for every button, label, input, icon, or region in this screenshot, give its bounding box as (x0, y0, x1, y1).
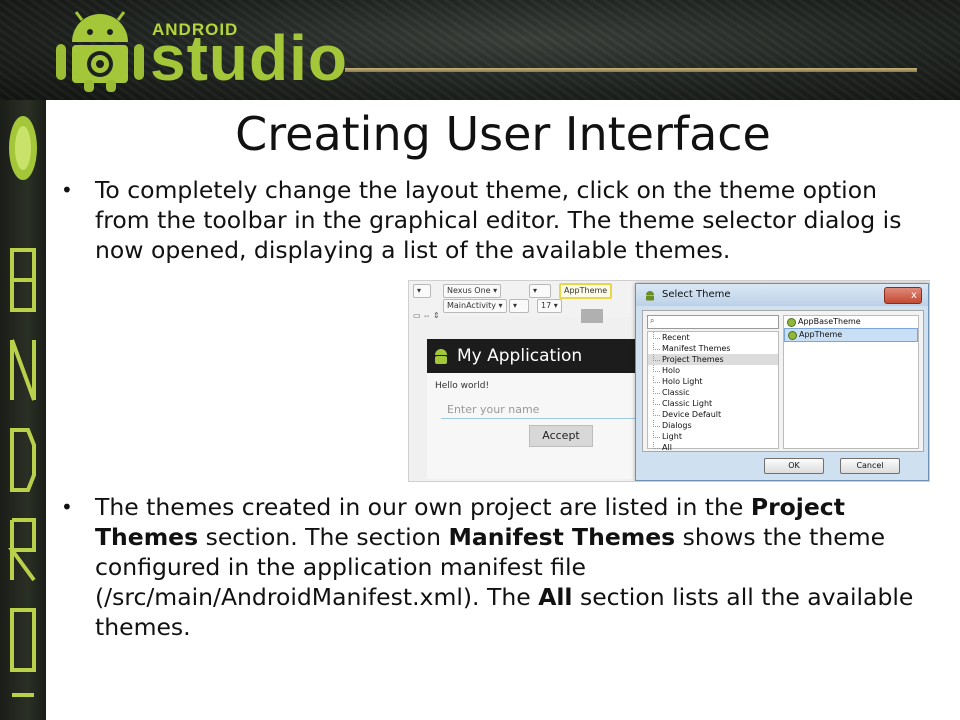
theme-item[interactable]: AppTheme (784, 328, 918, 342)
orientation-dropdown[interactable]: ▾ (529, 284, 551, 298)
device-label: Nexus One (447, 286, 491, 295)
api-level-dropdown[interactable]: 17 ▾ (537, 299, 562, 313)
close-icon: x (911, 290, 917, 301)
ok-button[interactable]: OK (764, 458, 824, 474)
hello-text: Hello world! (435, 381, 490, 391)
theme-category-item[interactable]: Manifest Themes (648, 343, 778, 354)
bullet-dot: • (61, 178, 73, 202)
dialog-body: ⌕ Recent Manifest Themes Project Themes Hol… (642, 310, 924, 452)
action-bar: My Application (427, 339, 642, 373)
bullet-2-bold-all: All (538, 583, 573, 611)
accept-button[interactable]: Accept (529, 425, 593, 447)
theme-search-input[interactable]: ⌕ (647, 315, 779, 329)
zoom-controls[interactable]: ▭ ⇔ ⇕ (413, 311, 473, 323)
bullet-dot: • (61, 495, 73, 519)
bullet-paragraph-2: • The themes created in our own project … (61, 492, 925, 642)
theme-category-item[interactable]: Classic Light (648, 398, 778, 409)
theme-category-item[interactable]: Light (648, 431, 778, 442)
bullet-1-text: To completely change the layout theme, c… (95, 176, 902, 264)
cancel-button[interactable]: Cancel (840, 458, 900, 474)
theme-category-item[interactable]: All (648, 442, 778, 453)
editor-screenshot: ▾ Nexus One ▾ ▾ AppTheme MainActivity ▾ … (408, 280, 930, 482)
theme-category-item[interactable]: Project Themes (648, 354, 778, 365)
app-title: My Application (457, 346, 583, 366)
theme-list: AppBaseTheme AppTheme (783, 315, 919, 449)
palette-dropdown[interactable]: ▾ (413, 284, 431, 298)
device-dropdown[interactable]: Nexus One ▾ (443, 284, 502, 298)
theme-item[interactable]: AppBaseTheme (784, 316, 918, 328)
api-label: 17 (541, 301, 552, 310)
theme-category-list: Recent Manifest Themes Project Themes Holo H… (647, 331, 779, 452)
android-dialog-icon (646, 291, 654, 301)
theme-category-item[interactable]: Recent (648, 332, 778, 343)
name-input[interactable]: Enter your name (441, 401, 641, 419)
brand-wordmark: studio (150, 22, 348, 94)
theme-category-item[interactable]: Device Default (648, 409, 778, 420)
dialog-title: Select Theme (662, 289, 731, 300)
zoom-fit-button[interactable] (581, 309, 603, 323)
theme-dropdown[interactable]: AppTheme (559, 283, 613, 299)
bullet-2-text-b: section. The section (198, 523, 449, 551)
android-app-icon (435, 349, 447, 364)
bullet-2-bold-manifest-themes: Manifest Themes (448, 523, 676, 551)
banner-underline (345, 68, 917, 72)
activity-label: MainActivity (447, 301, 497, 310)
header-banner: ANDROID studio (0, 0, 960, 100)
theme-category-item[interactable]: Dialogs (648, 420, 778, 431)
theme-label: AppTheme (564, 286, 608, 295)
search-icon: ⌕ (650, 316, 655, 325)
theme-category-item[interactable]: Holo Light (648, 376, 778, 387)
theme-category-item[interactable]: Classic (648, 387, 778, 398)
locale-dropdown[interactable]: ▾ (509, 299, 529, 313)
select-theme-dialog: Select Theme x ⌕ Recent Manifest Themes Pr… (635, 283, 929, 481)
bullet-paragraph-1: • To completely change the layout theme,… (61, 175, 925, 265)
dialog-titlebar: Select Theme x (636, 284, 928, 306)
theme-category-item[interactable]: Holo (648, 365, 778, 376)
slide-title: Creating User Interface (235, 107, 771, 161)
android-vertical-wordmark (8, 116, 37, 697)
phone-preview: My Application Hello world! Enter your n… (427, 339, 642, 479)
bullet-2-text-a: The themes created in our own project ar… (95, 493, 751, 521)
android-robot-gear-icon (56, 11, 144, 92)
close-button[interactable]: x (884, 287, 922, 304)
